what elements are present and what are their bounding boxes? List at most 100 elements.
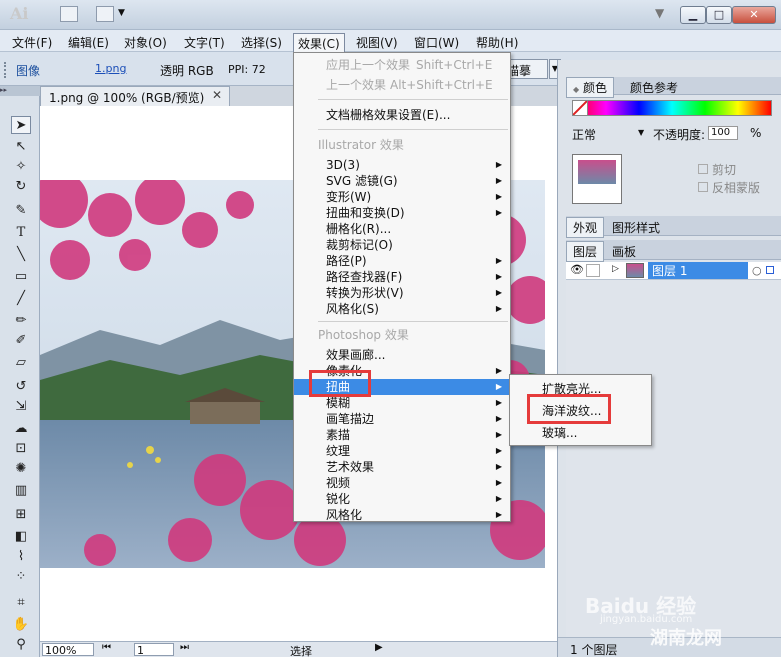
lock-toggle[interactable] bbox=[586, 264, 600, 277]
layer-row[interactable]: 👁 ▷ 图层 1 ○ bbox=[566, 262, 781, 280]
effect-gallery-item[interactable]: 效果画廊... bbox=[294, 347, 510, 363]
tools-collapse-icon[interactable]: ▸▸ bbox=[0, 86, 40, 96]
paintbrush-tool-icon[interactable]: ╱ bbox=[11, 290, 31, 308]
effect-texture-item[interactable]: 纹理 ▶ bbox=[294, 443, 510, 459]
zoom-field[interactable]: 100% bbox=[42, 643, 94, 657]
glass-item[interactable]: 玻璃... bbox=[510, 425, 651, 441]
bridge-icon[interactable] bbox=[60, 6, 78, 22]
eraser-tool-icon[interactable]: ▱ bbox=[11, 354, 31, 372]
menu-object[interactable]: 对象(O) bbox=[120, 33, 171, 52]
menu-effect[interactable]: 效果(C) bbox=[293, 33, 345, 54]
effect-distort-transform-item[interactable]: 扭曲和变换(D) ▶ bbox=[294, 205, 510, 221]
tab-appearance[interactable]: 外观 bbox=[566, 217, 605, 238]
lasso-tool-icon[interactable]: ↻ bbox=[11, 178, 31, 196]
effect-convert-shape-label: 转换为形状(V) bbox=[326, 286, 404, 300]
effect-distort-transform-label: 扭曲和变换(D) bbox=[326, 206, 405, 220]
opacity-field[interactable]: 100 bbox=[708, 126, 738, 140]
linked-file-link[interactable]: 1.png bbox=[95, 62, 126, 75]
rotate-tool-icon[interactable]: ↺ bbox=[11, 378, 31, 396]
status-arrow-icon[interactable]: ▶ bbox=[375, 642, 383, 653]
document-tab[interactable]: 1.png @ 100% (RGB/预览) bbox=[40, 86, 230, 106]
effect-blur-item[interactable]: 模糊 ▶ bbox=[294, 395, 510, 411]
eyedropper-tool-icon[interactable]: ⌇ bbox=[11, 548, 31, 566]
panel-expand-icon: ◆ bbox=[573, 85, 580, 94]
free-transform-tool-icon[interactable]: ⊡ bbox=[11, 440, 31, 458]
menu-help[interactable]: 帮助(H) bbox=[472, 33, 522, 52]
last-effect-item[interactable]: 上一个效果 Alt+Shift+Ctrl+E bbox=[294, 77, 510, 93]
effect-crop-marks-item[interactable]: 裁剪标记(O) bbox=[294, 237, 510, 253]
effect-svg-filters-item[interactable]: SVG 滤镜(G) ▶ bbox=[294, 173, 510, 189]
effect-rasterize-item[interactable]: 栅格化(R)... bbox=[294, 221, 510, 237]
chevron-down-icon[interactable]: ▼ bbox=[118, 8, 125, 18]
effect-artistic-item[interactable]: 艺术效果 ▶ bbox=[294, 459, 510, 475]
effect-convert-shape-item[interactable]: 转换为形状(V) ▶ bbox=[294, 285, 510, 301]
effect-path-item[interactable]: 路径(P) ▶ bbox=[294, 253, 510, 269]
selection-tool-icon[interactable]: ➤ bbox=[11, 116, 31, 134]
warp-tool-icon[interactable]: ☁ bbox=[11, 420, 31, 438]
hand-tool-icon[interactable]: ✋ bbox=[11, 616, 31, 634]
visibility-eye-icon[interactable]: 👁 bbox=[570, 263, 584, 276]
none-swatch-icon[interactable] bbox=[572, 100, 588, 116]
type-tool-icon[interactable]: T bbox=[11, 224, 31, 242]
first-page-icon[interactable]: ⏮ bbox=[102, 642, 111, 653]
line-tool-icon[interactable]: ╲ bbox=[11, 246, 31, 264]
layer-name[interactable]: 图层 1 bbox=[648, 262, 748, 279]
scale-tool-icon[interactable]: ⇲ bbox=[11, 398, 31, 416]
effect-stylize-ai-item[interactable]: 风格化(S) ▶ bbox=[294, 301, 510, 317]
mesh-tool-icon[interactable]: ⊞ bbox=[11, 506, 31, 524]
menu-select[interactable]: 选择(S) bbox=[237, 33, 286, 52]
status-label[interactable]: 选择 bbox=[290, 643, 312, 657]
page-field[interactable]: 1 bbox=[134, 643, 174, 657]
effect-video-item[interactable]: 视频 ▶ bbox=[294, 475, 510, 491]
workspace-switcher[interactable]: ▼ bbox=[655, 6, 664, 20]
menu-edit[interactable]: 编辑(E) bbox=[64, 33, 113, 52]
blend-mode-select[interactable]: 正常 bbox=[572, 126, 596, 143]
menu-window[interactable]: 窗口(W) bbox=[410, 33, 463, 52]
tab-layers[interactable]: 图层 bbox=[566, 241, 605, 262]
close-button[interactable]: ✕ bbox=[732, 6, 776, 24]
last-page-icon[interactable]: ⏭ bbox=[180, 642, 189, 653]
expand-triangle-icon[interactable]: ▷ bbox=[612, 264, 619, 274]
color-spectrum[interactable] bbox=[572, 100, 772, 116]
maximize-button[interactable]: □ bbox=[706, 6, 732, 24]
symbol-sprayer-tool-icon[interactable]: ✺ bbox=[11, 460, 31, 478]
apply-last-effect-item[interactable]: 应用上一个效果 Shift+Ctrl+E bbox=[294, 57, 510, 73]
effect-sketch-item[interactable]: 素描 ▶ bbox=[294, 427, 510, 443]
column-graph-tool-icon[interactable]: ▥ bbox=[11, 482, 31, 500]
gradient-tool-icon[interactable]: ◧ bbox=[11, 528, 31, 546]
minimize-button[interactable]: ▁ bbox=[680, 6, 706, 24]
effect-warp-item[interactable]: 变形(W) ▶ bbox=[294, 189, 510, 205]
effect-3d-item[interactable]: 3D(3) ▶ bbox=[294, 157, 510, 173]
zoom-tool-icon[interactable]: ⚲ bbox=[11, 636, 31, 654]
clip-checkbox[interactable] bbox=[698, 164, 708, 174]
arrange-documents-icon[interactable] bbox=[96, 6, 114, 22]
menu-type[interactable]: 文字(T) bbox=[180, 33, 229, 52]
opacity-mask-thumbnail[interactable] bbox=[572, 154, 622, 204]
effect-pathfinder-item[interactable]: 路径查找器(F) ▶ bbox=[294, 269, 510, 285]
close-document-icon[interactable]: ✕ bbox=[212, 88, 222, 102]
tab-artboards[interactable]: 画板 bbox=[606, 242, 642, 261]
effect-stylize-ps-item[interactable]: 风格化 ▶ bbox=[294, 507, 510, 523]
menu-file[interactable]: 文件(F) bbox=[8, 33, 56, 52]
effect-brush-strokes-item[interactable]: 画笔描边 ▶ bbox=[294, 411, 510, 427]
target-circle-icon[interactable]: ○ bbox=[752, 264, 762, 277]
tab-color[interactable]: ◆ 颜色 bbox=[566, 77, 614, 98]
menu-view[interactable]: 视图(V) bbox=[352, 33, 402, 52]
tab-color-guide[interactable]: 颜色参考 bbox=[624, 78, 684, 97]
rectangle-tool-icon[interactable]: ▭ bbox=[11, 268, 31, 286]
grip-handle[interactable] bbox=[4, 62, 9, 78]
tab-graphic-styles[interactable]: 图形样式 bbox=[606, 218, 666, 237]
direct-selection-tool-icon[interactable]: ↖ bbox=[11, 138, 31, 156]
invert-mask-checkbox[interactable] bbox=[698, 182, 708, 192]
document-raster-settings-item[interactable]: 文档栅格效果设置(E)... bbox=[294, 107, 510, 123]
chevron-down-icon[interactable]: ▼ bbox=[638, 128, 644, 137]
blob-brush-tool-icon[interactable]: ✐ bbox=[11, 332, 31, 350]
selection-square-icon[interactable] bbox=[766, 266, 774, 274]
submenu-arrow-icon: ▶ bbox=[495, 446, 502, 455]
pencil-tool-icon[interactable]: ✏ bbox=[11, 312, 31, 330]
pen-tool-icon[interactable]: ✎ bbox=[11, 202, 31, 220]
blend-tool-icon[interactable]: ⁘ bbox=[11, 568, 31, 586]
slice-tool-icon[interactable]: ⌗ bbox=[11, 594, 31, 612]
effect-sharpen-item[interactable]: 锐化 ▶ bbox=[294, 491, 510, 507]
magic-wand-tool-icon[interactable]: ✧ bbox=[11, 158, 31, 176]
